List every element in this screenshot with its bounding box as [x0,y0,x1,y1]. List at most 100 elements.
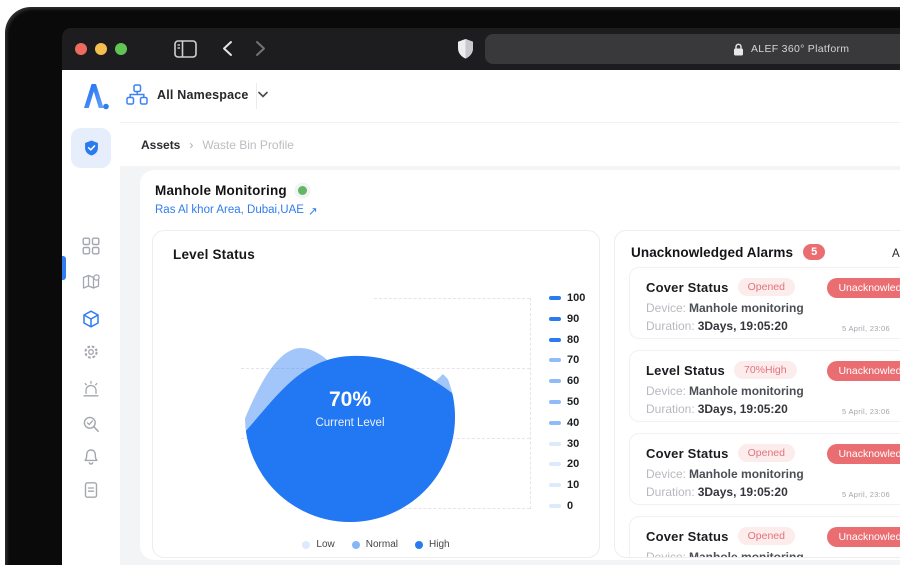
axis-tick: 50 [549,396,585,408]
active-indicator [62,256,66,280]
axis-tick: 90 [549,313,585,325]
location-link[interactable]: Ras Al khor Area, Dubai,UAE ↗ [155,204,318,218]
back-icon[interactable] [222,40,233,57]
alarm-card[interactable]: Cover Status Opened Unacknowledged Devic… [629,516,900,558]
tick-dash-icon [549,483,561,487]
unacknowledged-pill[interactable]: Unacknowledged [827,527,900,547]
gauge-value: 70% [329,388,371,411]
liquid-gauge-chart: 70% Current Level [201,296,501,531]
tick-dash-icon [549,296,561,300]
tick-value: 80 [567,334,579,346]
tick-value: 30 [567,438,579,450]
sidebar-toggle-icon[interactable] [174,39,197,59]
tick-value: 0 [567,500,573,512]
header-divider [256,83,257,109]
view-all-link[interactable]: All [892,248,900,260]
tick-dash-icon [549,421,561,425]
alarm-title: Level Status [646,363,725,378]
close-button[interactable] [75,43,87,55]
unacknowledged-pill[interactable]: Unacknowledged [827,361,900,381]
alarm-duration-row: Duration:3Days, 19:05:20 [646,485,788,499]
alarm-card[interactable]: Level Status 70%High Unacknowledged Devi… [629,350,900,422]
axis-tick: 100 [549,292,585,304]
legend-label: Normal [366,539,398,550]
legend-dot-icon [415,541,423,549]
tick-value: 20 [567,458,579,470]
device-label: Device: [646,301,686,315]
zone-legend: Low Normal High [153,539,599,550]
dashboard-icon[interactable] [82,237,100,255]
alarm-title: Cover Status [646,280,729,295]
sidebar-item-security[interactable] [71,128,111,168]
device-label: Device: [646,467,686,481]
chevron-down-icon [258,91,268,98]
audit-search-icon[interactable] [82,415,100,433]
alarm-device-row: Device:Manhole monitoring [646,467,804,481]
tick-dash-icon [549,442,561,446]
alarms-card: Unacknowledged Alarms 5 All Cover Status… [614,230,900,558]
gauge-caption: Current Level [315,417,384,429]
unacknowledged-pill[interactable]: Unacknowledged [827,278,900,298]
axis-tick: 80 [549,334,585,346]
address-bar[interactable]: ALEF 360° Platform [485,34,900,64]
breadcrumb-assets[interactable]: Assets [141,138,180,152]
axis-tick: 70 [549,354,585,366]
axis-tick: 20 [549,458,585,470]
tick-value: 70 [567,354,579,366]
shield-extension-icon[interactable] [457,38,474,60]
legend-label: High [429,539,450,550]
legend-item-low[interactable]: Low [302,539,334,550]
tick-dash-icon [549,317,561,321]
report-doc-icon[interactable] [82,481,100,499]
tick-dash-icon [549,338,561,342]
tick-dash-icon [549,400,561,404]
alarm-card[interactable]: Cover Status Opened Unacknowledged Devic… [629,433,900,505]
legend-item-high[interactable]: High [415,539,450,550]
tick-value: 90 [567,313,579,325]
axis-tick: 0 [549,500,585,512]
device-label: Device: [646,550,686,558]
namespace-selector[interactable]: All Namespace [126,84,268,105]
alarm-title: Cover Status [646,529,729,544]
alef-logo[interactable] [82,81,110,111]
breadcrumb: Assets › Waste Bin Profile [120,122,900,166]
window-controls [75,43,127,55]
tick-dash-icon [549,504,561,508]
unacknowledged-pill[interactable]: Unacknowledged [827,444,900,464]
alarm-status-pill: 70%High [734,361,797,379]
alarms-title: Unacknowledged Alarms [631,245,793,260]
alarm-timestamp: 5 April, 23:06 [842,490,890,499]
sidebar [62,122,120,565]
alarm-duration-row: Duration:3Days, 19:05:20 [646,319,788,333]
alarm-siren-icon[interactable] [82,380,100,398]
assets-cube-icon[interactable] [82,310,100,328]
legend-item-normal[interactable]: Normal [352,539,398,550]
alarm-card[interactable]: Cover Status Opened Unacknowledged Devic… [629,267,900,339]
tick-value: 40 [567,417,579,429]
level-card-title: Level Status [173,247,255,262]
tick-dash-icon [549,462,561,466]
namespace-tree-icon [126,84,148,105]
tick-value: 50 [567,396,579,408]
level-status-card: Level Status 70% Current Level [152,230,600,558]
tick-dash-icon [549,379,561,383]
map-icon[interactable] [82,273,100,291]
duration-value: 3Days, 19:05:20 [698,319,788,333]
tick-dash-icon [549,358,561,362]
device-value: Manhole monitoring [689,467,804,481]
forward-icon[interactable] [255,40,266,57]
content-area: Manhole Monitoring Ras Al khor Area, Dub… [120,166,900,565]
minimize-button[interactable] [95,43,107,55]
alarm-status-pill: Opened [738,527,795,545]
notification-bell-icon[interactable] [82,448,100,466]
tick-value: 100 [567,292,585,304]
alarm-status-pill: Opened [738,278,795,296]
tick-value: 10 [567,479,579,491]
alarm-status-pill: Opened [738,444,795,462]
browser-toolbar: ALEF 360° Platform [62,28,900,70]
settings-gear-icon[interactable] [82,343,100,361]
tick-value: 60 [567,375,579,387]
address-text: ALEF 360° Platform [751,43,849,55]
axis-tick: 30 [549,438,585,450]
zoom-button[interactable] [115,43,127,55]
